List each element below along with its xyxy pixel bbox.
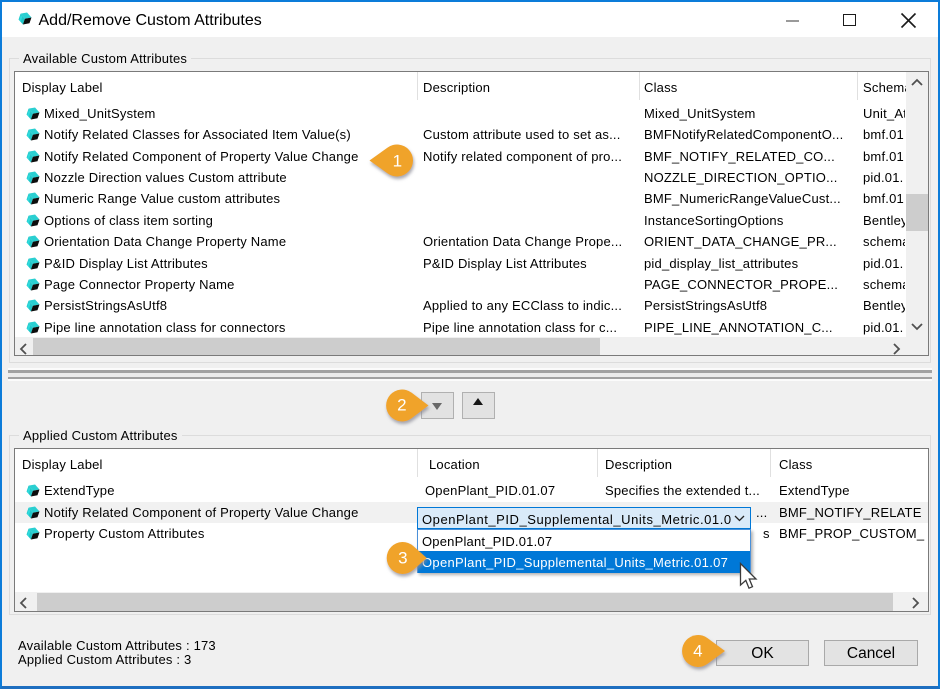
svg-text:4: 4 <box>693 642 703 661</box>
svg-text:3: 3 <box>398 549 408 568</box>
svg-text:1: 1 <box>393 152 403 171</box>
svg-text:2: 2 <box>397 396 407 415</box>
